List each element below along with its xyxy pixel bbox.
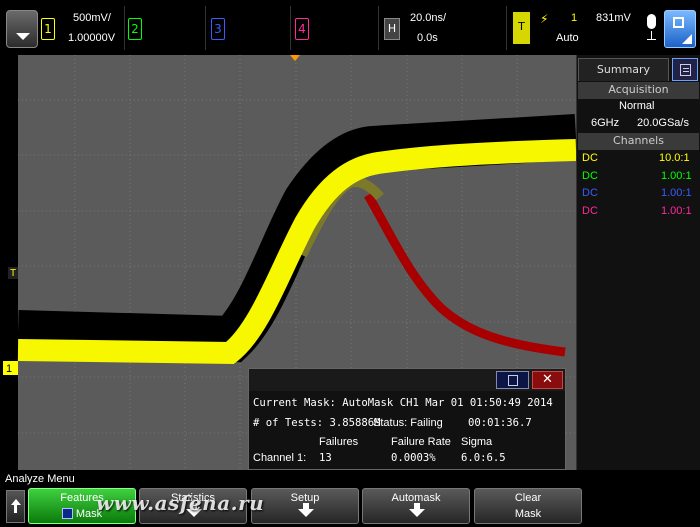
softkey-label: Clear [514, 492, 542, 504]
channel-4-probe: 1.00:1 [661, 205, 692, 217]
tab-summary[interactable]: Summary [578, 58, 669, 81]
channel-1-coupling: DC [582, 152, 598, 164]
watermark-text: www.asfena.ru [96, 491, 265, 515]
channels-header: Channels [578, 133, 699, 150]
acquisition-header: Acquisition [578, 82, 699, 99]
trigger-level: 831mV [596, 12, 631, 24]
channel-1-probe: 10.0:1 [659, 152, 690, 164]
current-mask-line: Current Mask: AutoMask CH1 Mar 01 01:50:… [253, 397, 553, 409]
acquisition-mode: Normal [619, 100, 655, 112]
col-failures: Failures [319, 436, 359, 448]
resize-icon [682, 34, 692, 44]
channel-3-probe: 1.00:1 [661, 187, 692, 199]
arrow-down-icon [409, 503, 425, 517]
col-failure-rate: Failure Rate [391, 436, 451, 448]
touch-toggle-button[interactable] [664, 10, 696, 48]
tab-list[interactable] [672, 58, 698, 81]
trigger-source: 1 [571, 12, 578, 24]
delay-value: 0.0s [417, 32, 438, 44]
arrow-down-icon [298, 503, 314, 517]
close-button[interactable]: ✕ [532, 371, 563, 389]
mask-test-dialog: ✕ Current Mask: AutoMask CH1 Mar 01 01:5… [248, 368, 566, 470]
automask-softkey[interactable]: Automask [362, 488, 470, 524]
channel-1-offset: 1.00000V [68, 32, 116, 44]
col-sigma: Sigma [461, 436, 493, 448]
chevron-down-icon [16, 33, 30, 40]
channel-3-button[interactable]: 3 [211, 18, 225, 40]
channel-4-button[interactable]: 4 [295, 18, 309, 40]
dialog-list-button[interactable] [496, 371, 529, 389]
trigger-mode: Auto [556, 32, 579, 44]
clear-mask-softkey[interactable]: Clear Mask [474, 488, 582, 524]
checkbox-icon[interactable] [61, 508, 73, 519]
test-status: Status: Failing [373, 417, 443, 429]
horizontal-button[interactable]: H [384, 18, 400, 40]
elapsed-time: 00:01:36.7 [468, 417, 532, 429]
side-panel: Summary Acquisition Normal 6GHz 20.0GSa/… [576, 55, 700, 470]
dialog-titlebar[interactable]: ✕ [249, 369, 565, 391]
row-sigma: 6.0:6.5 [461, 452, 506, 464]
channel-2-coupling: DC [582, 170, 598, 182]
softkey-sub: Mask [514, 508, 542, 520]
trigger-button[interactable]: T [513, 12, 530, 44]
bandwidth: 6GHz [591, 117, 620, 129]
square-icon [673, 17, 684, 28]
tests-count: # of Tests: 3.85886M [253, 417, 381, 429]
setup-softkey[interactable]: Setup [251, 488, 359, 524]
back-button[interactable] [6, 490, 25, 523]
trigger-edge-icon: ⚡ [540, 12, 549, 26]
list-icon [508, 375, 518, 386]
menu-title: Analyze Menu [5, 473, 75, 485]
channel-1-ground-label: 1 [6, 363, 12, 375]
timebase-value: 20.0ns/ [410, 12, 447, 24]
channel-1-scale: 500mV/ [73, 12, 111, 24]
main-menu-button[interactable] [6, 10, 38, 48]
row-failures: 13 [319, 452, 332, 464]
microphone-icon[interactable] [644, 14, 658, 42]
top-status-bar: 1 500mV/ 1.00000V 2 3 4 H 20.0ns/ 0.0s T… [0, 0, 700, 55]
channel-2-button[interactable]: 2 [128, 18, 142, 40]
channel-4-coupling: DC [582, 205, 598, 217]
channel-1-button[interactable]: 1 [41, 18, 55, 40]
channel-2-probe: 1.00:1 [661, 170, 692, 182]
list-icon [680, 64, 691, 76]
trigger-level-marker: T [10, 268, 16, 279]
sample-rate: 20.0GSa/s [637, 117, 689, 129]
channel-3-coupling: DC [582, 187, 598, 199]
row-failure-rate: 0.0003% [391, 452, 436, 464]
row-label: Channel 1: [253, 452, 307, 464]
